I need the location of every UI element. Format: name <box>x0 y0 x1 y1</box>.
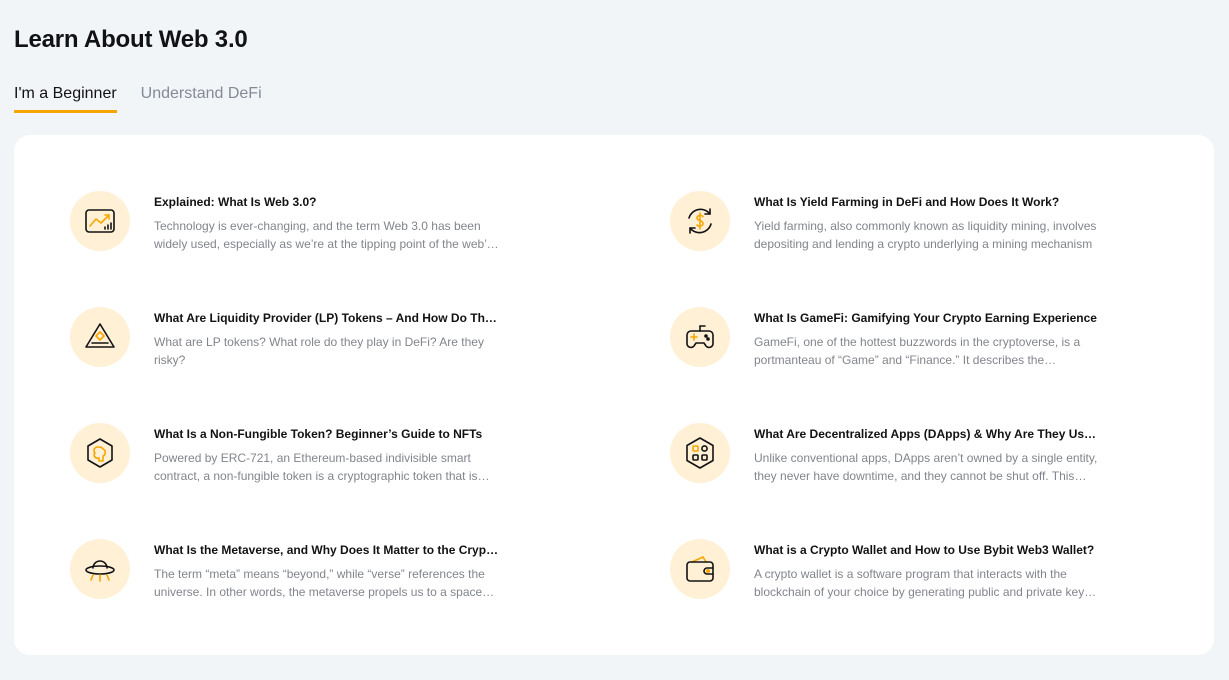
nft-hexagon-icon <box>70 423 130 483</box>
ufo-icon <box>70 539 130 599</box>
dapps-grid-icon <box>670 423 730 483</box>
dollar-cycle-icon <box>670 191 730 251</box>
article-card-metaverse[interactable]: What Is the Metaverse, and Why Does It M… <box>70 539 670 655</box>
article-description: Powered by ERC-721, an Ethereum-based in… <box>154 451 478 483</box>
articles-panel: Explained: What Is Web 3.0? Technology i… <box>14 135 1214 655</box>
article-title[interactable]: What Is a Non-Fungible Token? Beginner’s… <box>154 427 502 441</box>
article-description: What are LP tokens? What role do they pl… <box>154 335 484 367</box>
article-title[interactable]: What Is the Metaverse, and Why Does It M… <box>154 543 502 557</box>
article-title[interactable]: What Is GameFi: Gamifying Your Crypto Ea… <box>754 311 1102 325</box>
article-title[interactable]: What is a Crypto Wallet and How to Use B… <box>754 543 1102 557</box>
article-title[interactable]: What Is Yield Farming in DeFi and How Do… <box>754 195 1102 209</box>
article-description: GameFi, one of the hottest buzzwords in … <box>754 335 1081 367</box>
gamepad-icon <box>670 307 730 367</box>
article-card-crypto-wallet[interactable]: What is a Crypto Wallet and How to Use B… <box>670 539 1229 655</box>
article-card-gamefi[interactable]: What Is GameFi: Gamifying Your Crypto Ea… <box>670 307 1229 423</box>
article-title[interactable]: What Are Liquidity Provider (LP) Tokens … <box>154 311 502 325</box>
tab-beginner[interactable]: I'm a Beginner <box>14 84 117 113</box>
article-title[interactable]: Explained: What Is Web 3.0? <box>154 195 502 209</box>
article-card-yield-farming[interactable]: What Is Yield Farming in DeFi and How Do… <box>670 191 1229 307</box>
article-card-nft[interactable]: What Is a Non-Fungible Token? Beginner’s… <box>70 423 670 539</box>
article-card-dapps[interactable]: What Are Decentralized Apps (DApps) & Wh… <box>670 423 1229 539</box>
article-description: Unlike conventional apps, DApps aren’t o… <box>754 451 1098 483</box>
wallet-icon <box>670 539 730 599</box>
article-description: Technology is ever-changing, and the ter… <box>154 219 493 251</box>
page-title: Learn About Web 3.0 <box>14 26 248 53</box>
tab-understand-defi[interactable]: Understand DeFi <box>141 84 262 113</box>
liquidity-token-icon <box>70 307 130 367</box>
chart-trend-icon <box>70 191 130 251</box>
article-card-web3[interactable]: Explained: What Is Web 3.0? Technology i… <box>70 191 670 307</box>
article-description: The term “meta” means “beyond,” while “v… <box>154 567 485 599</box>
article-card-lp-tokens[interactable]: What Are Liquidity Provider (LP) Tokens … <box>70 307 670 423</box>
tab-bar: I'm a Beginner Understand DeFi <box>14 84 262 113</box>
article-description: Yield farming, also commonly known as li… <box>754 219 1097 251</box>
article-description: A crypto wallet is a software program th… <box>754 567 1091 599</box>
article-title[interactable]: What Are Decentralized Apps (DApps) & Wh… <box>754 427 1102 441</box>
articles-grid: Explained: What Is Web 3.0? Technology i… <box>70 191 1229 655</box>
